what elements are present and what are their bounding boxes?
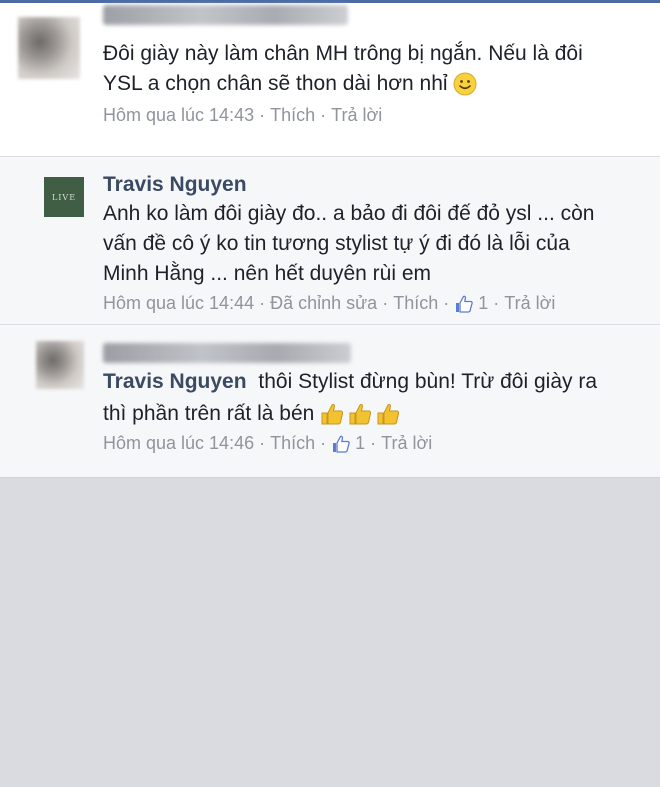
comment-line-text: thì phần trên rất là bén xyxy=(103,402,315,425)
like-icon xyxy=(333,435,350,453)
separator-dot: · xyxy=(259,293,266,313)
edited-label[interactable]: Đã chỉnh sửa xyxy=(270,293,377,314)
separator-dot: · xyxy=(259,433,266,453)
like-count[interactable]: 1 xyxy=(478,293,488,314)
comment-3: Travis Nguyen thôi Stylist đừng bùn! Trừ… xyxy=(0,325,660,478)
reply-link[interactable]: Trả lời xyxy=(504,293,555,314)
comment-1: Đôi giày này làm chân MH trông bị ngắn. … xyxy=(0,3,660,157)
comment-line: Anh ko làm đôi giày đo.. a bảo đi đôi đế… xyxy=(103,202,595,225)
comment-line: vấn đề cô ý ko tin tương stylist tự ý đi… xyxy=(103,232,570,255)
author-name-blurred[interactable] xyxy=(103,5,348,25)
separator-dot: · xyxy=(370,433,377,453)
comment-line: Đôi giày này làm chân MH trông bị ngắn. … xyxy=(103,42,583,65)
avatar[interactable] xyxy=(18,17,80,79)
timestamp[interactable]: Hôm qua lúc 14:44 xyxy=(103,293,254,314)
like-link[interactable]: Thích xyxy=(270,433,315,454)
smile-emoji-icon xyxy=(453,72,477,96)
author-name[interactable]: Travis Nguyen xyxy=(103,173,642,197)
separator-dot: · xyxy=(320,105,327,125)
comment-line-text: YSL a chọn chân sẽ thon dài hơn nhỉ xyxy=(103,72,448,95)
comment-line: YSL a chọn chân sẽ thon dài hơn nhỉ xyxy=(103,69,642,99)
comment-line: thì phần trên rất là bén xyxy=(103,399,642,429)
timestamp[interactable]: Hôm qua lúc 14:46 xyxy=(103,433,254,454)
avatar[interactable]: LIVE xyxy=(44,177,84,217)
comment-line: Minh Hằng ... nên hết duyên rùi em xyxy=(103,262,432,285)
separator-dot: · xyxy=(382,293,389,313)
separator-dot: · xyxy=(443,293,450,313)
separator-dot: · xyxy=(493,293,500,313)
reply-link[interactable]: Trả lời xyxy=(381,433,432,454)
like-count[interactable]: 1 xyxy=(355,433,365,454)
author-name-blurred[interactable] xyxy=(103,343,351,363)
empty-area xyxy=(0,478,660,787)
comment-line: Travis Nguyen thôi Stylist đừng bùn! Trừ… xyxy=(103,367,642,397)
reply-link[interactable]: Trả lời xyxy=(331,105,382,126)
comment-2: LIVE Travis Nguyen Anh ko làm đôi giày đ… xyxy=(0,157,660,325)
comment-text: Anh ko làm đôi giày đo.. a bảo đi đôi đế… xyxy=(103,199,642,289)
timestamp[interactable]: Hôm qua lúc 14:43 xyxy=(103,105,254,126)
separator-dot: · xyxy=(259,105,266,125)
mention-link[interactable]: Travis Nguyen xyxy=(103,370,247,393)
thumbs-up-emoji-icon xyxy=(321,404,400,425)
avatar[interactable] xyxy=(36,341,84,389)
comment-meta: Hôm qua lúc 14:43 · Thích · Trả lời xyxy=(103,105,642,126)
avatar-logo-text: LIVE xyxy=(51,192,77,202)
comment-text: Travis Nguyen thôi Stylist đừng bùn! Trừ… xyxy=(103,367,642,429)
like-link[interactable]: Thích xyxy=(270,105,315,126)
separator-dot: · xyxy=(320,433,327,453)
like-icon xyxy=(456,295,474,313)
comment-line-text: thôi Stylist đừng bùn! Trừ đôi giày ra xyxy=(258,370,598,393)
comment-meta: Hôm qua lúc 14:46 · Thích · 1 · Trả lời xyxy=(103,433,642,454)
comment-meta: Hôm qua lúc 14:44 · Đã chỉnh sửa · Thích… xyxy=(103,293,642,314)
comment-text: Đôi giày này làm chân MH trông bị ngắn. … xyxy=(103,39,642,99)
like-link[interactable]: Thích xyxy=(393,293,438,314)
